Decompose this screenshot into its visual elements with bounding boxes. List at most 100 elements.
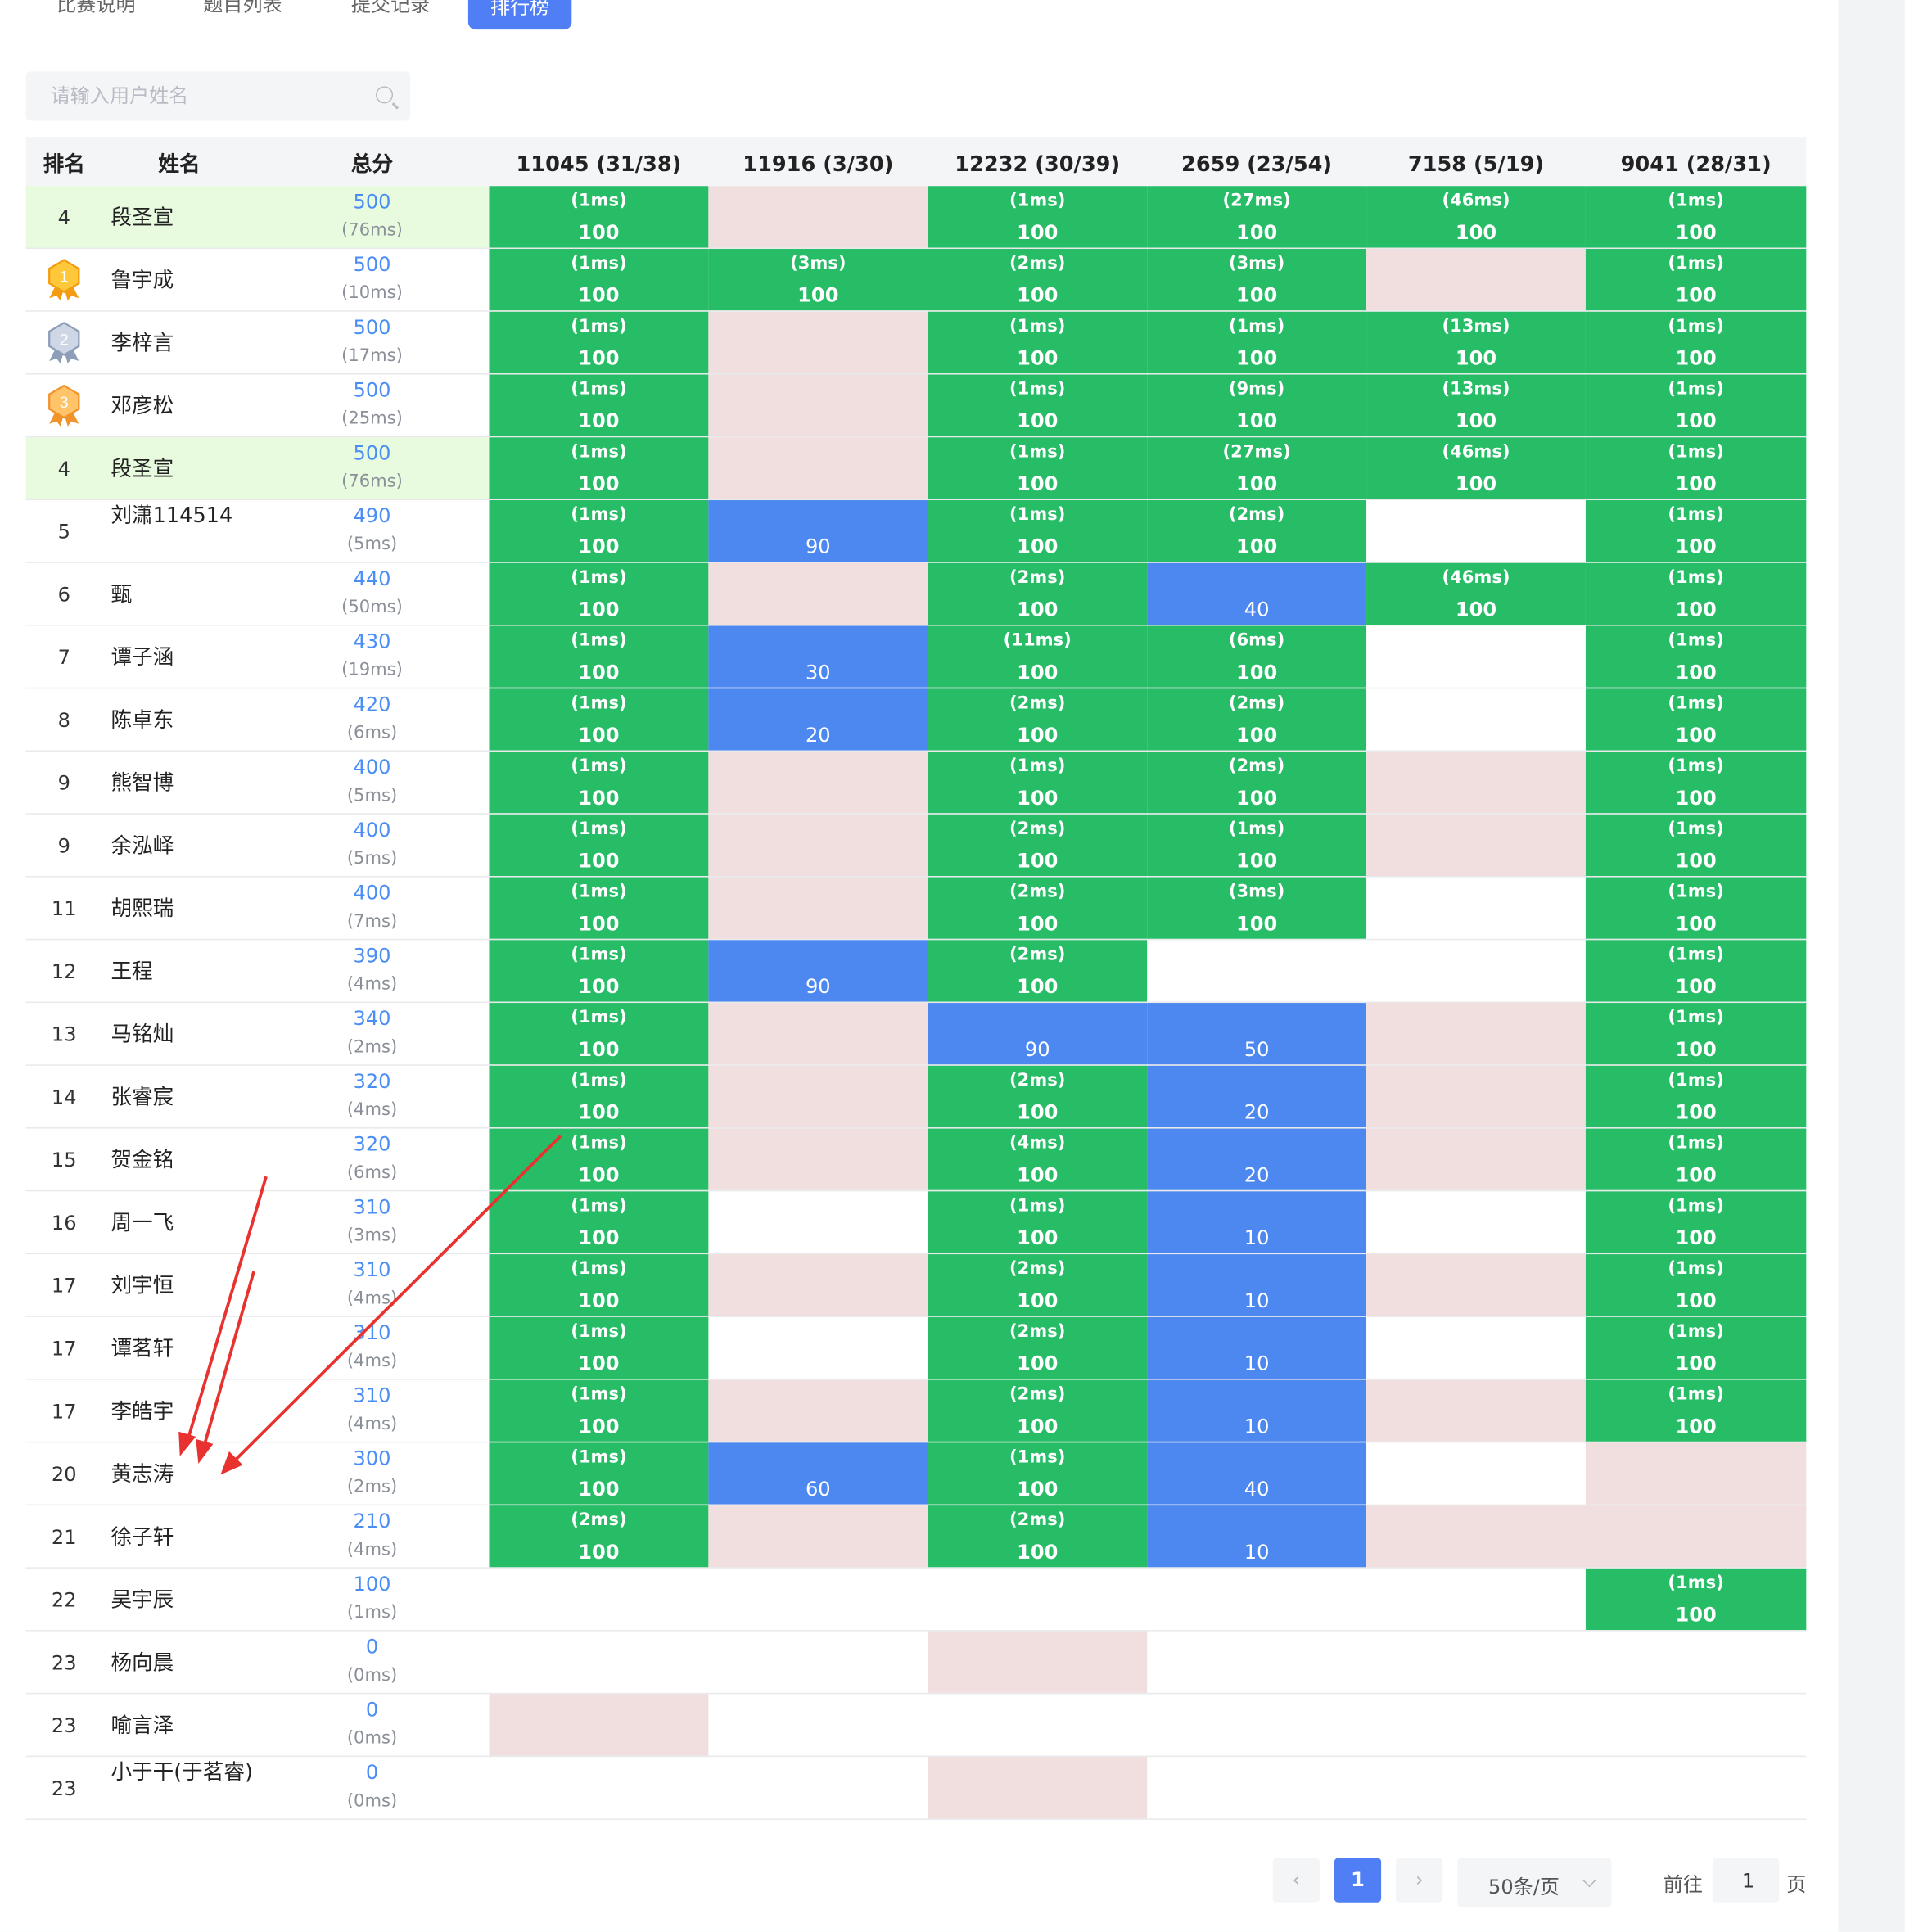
total-score[interactable]: 0 [322,1761,422,1785]
user-name[interactable]: 段圣宣 [111,186,259,247]
user-name[interactable]: 甄 [111,563,259,625]
tab-submission-records[interactable]: 提交记录 [351,0,430,27]
user-name[interactable]: 余泓峄 [111,815,259,876]
problem-cell-accepted[interactable]: (1ms) 100 [1147,311,1367,374]
header-total[interactable]: 总分 [322,137,422,186]
problem-cell-partial[interactable]: 20 [708,688,928,751]
problem-cell-accepted[interactable]: (1ms) 100 [489,940,709,1002]
problem-cell-partial[interactable]: 30 [708,625,928,688]
user-name[interactable]: 王程 [111,940,259,1001]
problem-cell-wrong[interactable] [928,1631,1148,1693]
user-name[interactable]: 谭子涵 [111,626,259,688]
problem-cell-wrong[interactable] [1366,752,1586,814]
problem-cell-partial[interactable]: 90 [928,1003,1148,1065]
problem-cell-partial[interactable]: 40 [1147,562,1367,625]
header-problem[interactable]: 7158 (5/19) [1366,137,1586,186]
problem-cell-partial[interactable]: 10 [1147,1191,1367,1253]
problem-cell-accepted[interactable]: (27ms) 100 [1147,437,1367,499]
problem-cell-accepted[interactable]: (1ms) 100 [489,311,709,374]
problem-cell-wrong[interactable] [1366,1379,1586,1442]
total-score[interactable]: 210 [322,1510,422,1533]
problem-cell-accepted[interactable]: (2ms) 100 [928,940,1148,1002]
problem-cell-accepted[interactable]: (46ms) 100 [1366,437,1586,499]
total-score[interactable]: 320 [322,1069,422,1093]
user-name[interactable]: 邓彦松 [111,375,259,436]
problem-cell-accepted[interactable]: (2ms) 100 [489,1505,709,1568]
problem-cell-accepted[interactable]: (2ms) 100 [1147,688,1367,751]
header-problem[interactable]: 11045 (31/38) [489,137,708,186]
page-size-select[interactable]: 50条/页 [1457,1858,1612,1907]
user-name[interactable]: 黄志涛 [111,1442,259,1504]
problem-cell-accepted[interactable]: (1ms) 100 [1585,814,1807,877]
problem-cell-accepted[interactable]: (1ms) 100 [928,186,1148,248]
problem-cell-accepted[interactable]: (1ms) 100 [489,1003,709,1065]
problem-cell-accepted[interactable]: (1ms) 100 [1585,562,1807,625]
problem-cell-accepted[interactable]: (1ms) 100 [489,249,709,311]
problem-cell-accepted[interactable]: (1ms) 100 [1585,1568,1807,1631]
total-score[interactable]: 100 [322,1572,422,1596]
problem-cell-partial[interactable]: 90 [708,500,928,562]
problem-cell-accepted[interactable]: (2ms) 100 [928,562,1148,625]
total-score[interactable]: 310 [322,1258,422,1282]
problem-cell-accepted[interactable]: (1ms) 100 [1147,814,1367,877]
problem-cell-wrong[interactable] [1366,1065,1586,1128]
problem-cell-wrong[interactable] [708,1003,928,1065]
total-score[interactable]: 500 [322,378,422,402]
problem-cell-accepted[interactable]: (1ms) 100 [1585,249,1807,311]
problem-cell-accepted[interactable]: (1ms) 100 [489,374,709,436]
problem-cell-partial[interactable]: 20 [1147,1128,1367,1190]
user-name[interactable]: 贺金铭 [111,1129,259,1190]
problem-cell-accepted[interactable]: (2ms) 100 [1147,500,1367,562]
problem-cell-wrong[interactable] [1366,249,1586,311]
user-name[interactable]: 杨向晨 [111,1632,259,1693]
problem-cell-accepted[interactable]: (1ms) 100 [928,752,1148,814]
problem-cell-accepted[interactable]: (1ms) 100 [1585,437,1807,499]
user-name[interactable]: 小于干(于茗睿) [111,1759,259,1821]
problem-cell-accepted[interactable]: (1ms) 100 [489,1316,709,1379]
problem-cell-wrong[interactable] [708,311,928,374]
total-score[interactable]: 310 [322,1384,422,1407]
search-icon[interactable] [376,86,394,104]
problem-cell-wrong[interactable] [708,1128,928,1190]
search-input[interactable] [47,82,374,109]
total-score[interactable]: 300 [322,1447,422,1470]
problem-cell-wrong[interactable] [1366,1254,1586,1316]
total-score[interactable]: 320 [322,1132,422,1156]
problem-cell-partial[interactable]: 10 [1147,1379,1367,1442]
user-name[interactable]: 喻言泽 [111,1694,259,1755]
user-name[interactable]: 鲁宇成 [111,249,259,310]
page-number-button[interactable]: 1 [1334,1858,1382,1903]
user-name[interactable]: 徐子轩 [111,1505,259,1567]
problem-cell-wrong[interactable] [708,1379,928,1442]
total-score[interactable]: 440 [322,567,422,590]
problem-cell-accepted[interactable]: (1ms) 100 [1585,1128,1807,1190]
problem-cell-accepted[interactable]: (1ms) 100 [1585,625,1807,688]
total-score[interactable]: 390 [322,944,422,968]
problem-cell-accepted[interactable]: (1ms) 100 [928,374,1148,436]
problem-cell-accepted[interactable]: (1ms) 100 [1585,1254,1807,1316]
problem-cell-accepted[interactable]: (2ms) 100 [928,1316,1148,1379]
total-score[interactable]: 310 [322,1320,422,1344]
user-name[interactable]: 马铭灿 [111,1003,259,1064]
problem-cell-accepted[interactable]: (2ms) 100 [928,814,1148,877]
problem-cell-wrong[interactable] [1366,1128,1586,1190]
problem-cell-accepted[interactable]: (1ms) 100 [489,1442,709,1505]
problem-cell-accepted[interactable]: (1ms) 100 [928,311,1148,374]
problem-cell-wrong[interactable] [708,752,928,814]
problem-cell-wrong[interactable] [708,1065,928,1128]
problem-cell-accepted[interactable]: (27ms) 100 [1147,186,1367,248]
problem-cell-accepted[interactable]: (1ms) 100 [928,1442,1148,1505]
problem-cell-accepted[interactable]: (1ms) 100 [489,437,709,499]
problem-cell-accepted[interactable]: (1ms) 100 [489,625,709,688]
problem-cell-accepted[interactable]: (1ms) 100 [1585,1316,1807,1379]
problem-cell-wrong[interactable] [1585,1442,1807,1505]
user-name[interactable]: 李梓言 [111,312,259,373]
problem-cell-accepted[interactable]: (9ms) 100 [1147,374,1367,436]
total-score[interactable]: 0 [322,1698,422,1722]
problem-cell-accepted[interactable]: (11ms) 100 [928,625,1148,688]
problem-cell-wrong[interactable] [928,1757,1148,1819]
problem-cell-wrong[interactable] [708,1254,928,1316]
problem-cell-accepted[interactable]: (2ms) 100 [928,688,1148,751]
problem-cell-wrong[interactable] [1366,1505,1586,1568]
tab-leaderboard[interactable]: 排行榜 [467,0,572,30]
